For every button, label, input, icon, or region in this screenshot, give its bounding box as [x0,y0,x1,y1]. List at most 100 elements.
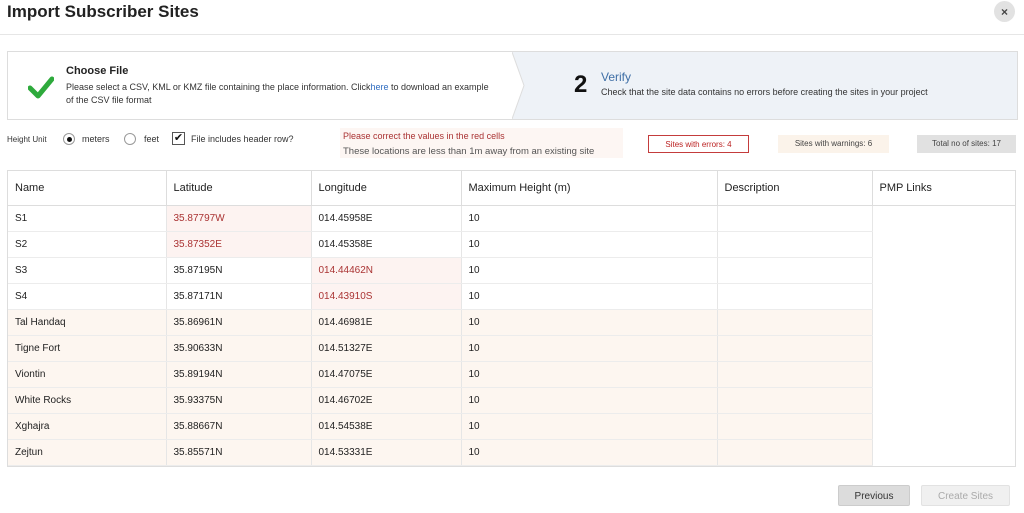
cell-latitude[interactable]: 35.87797W [166,205,312,232]
cell-pmp-links [872,257,1015,284]
step-arrow-icon [512,52,525,119]
cell-latitude[interactable]: 35.90633N [166,335,312,362]
cell-name[interactable]: White Rocks [8,387,167,414]
table-row[interactable]: S2 35.87352E 014.45358E 10 [8,231,1015,258]
col-header-name[interactable]: Name [8,171,167,206]
table-row[interactable]: Viontin 35.89194N 014.47075E 10 [8,361,1015,388]
cell-name[interactable]: S3 [8,257,167,284]
cell-max-height[interactable]: 10 [461,335,718,362]
table-header-row: Name Latitude Longitude Maximum Height (… [8,171,1015,206]
sites-table: Name Latitude Longitude Maximum Height (… [7,170,1016,467]
cell-name[interactable]: Viontin [8,361,167,388]
create-sites-button[interactable]: Create Sites [921,485,1010,506]
cell-pmp-links [872,361,1015,388]
cell-latitude[interactable]: 35.86961N [166,309,312,336]
cell-longitude[interactable]: 014.46981E [311,309,462,336]
step-choose-title: Choose File [66,65,129,77]
cell-latitude[interactable]: 35.87352E [166,231,312,258]
cell-description[interactable] [717,231,873,258]
cell-name[interactable]: S4 [8,283,167,310]
cell-longitude[interactable]: 014.46702E [311,387,462,414]
previous-button[interactable]: Previous [838,485,910,506]
feet-radio[interactable] [124,133,136,145]
cell-pmp-links [872,309,1015,336]
cell-max-height[interactable]: 10 [461,439,718,466]
col-header-longitude[interactable]: Longitude [311,171,462,206]
close-button[interactable]: × [994,1,1015,22]
col-header-latitude[interactable]: Latitude [166,171,312,206]
cell-longitude[interactable]: 014.45958E [311,205,462,232]
cell-name[interactable]: Tal Handaq [8,309,167,336]
step-choose-file[interactable]: Choose File Please select a CSV, KML or … [8,52,512,119]
table-row[interactable]: S3 35.87195N 014.44462N 10 [8,257,1015,284]
cell-latitude[interactable]: 35.87171N [166,283,312,310]
cell-name[interactable]: Zejtun [8,439,167,466]
table-row[interactable]: S4 35.87171N 014.43910S 10 [8,283,1015,310]
cell-max-height[interactable]: 10 [461,309,718,336]
cell-name[interactable]: Tigne Fort [8,335,167,362]
cell-latitude[interactable]: 35.88667N [166,413,312,440]
cell-latitude[interactable]: 35.93375N [166,387,312,414]
cell-latitude[interactable]: 35.87195N [166,257,312,284]
cell-longitude[interactable]: 014.54538E [311,413,462,440]
cell-latitude[interactable]: 35.85571N [166,439,312,466]
validation-notice: Please correct the values in the red cel… [340,128,623,158]
cell-pmp-links [872,335,1015,362]
cell-longitude[interactable]: 014.51327E [311,335,462,362]
cell-name[interactable]: S2 [8,231,167,258]
table-row[interactable]: S1 35.87797W 014.45958E 10 [8,205,1015,232]
col-header-max-height[interactable]: Maximum Height (m) [461,171,718,206]
step-choose-desc-text: Please select a CSV, KML or KMZ file con… [66,82,371,92]
total-sites-badge: Total no of sites: 17 [917,135,1016,153]
table-row[interactable]: Xghajra 35.88667N 014.54538E 10 [8,413,1015,440]
cell-max-height[interactable]: 10 [461,387,718,414]
cell-description[interactable] [717,205,873,232]
cell-description[interactable] [717,335,873,362]
cell-description[interactable] [717,387,873,414]
table-row[interactable]: Zejtun 35.85571N 014.53331E 10 [8,439,1015,466]
cell-max-height[interactable]: 10 [461,283,718,310]
col-header-pmp-links[interactable]: PMP Links [872,171,1015,206]
table-row[interactable]: Tal Handaq 35.86961N 014.46981E 10 [8,309,1015,336]
table-row[interactable]: White Rocks 35.93375N 014.46702E 10 [8,387,1015,414]
header-row-label: File includes header row? [191,134,294,144]
step-verify-description: Check that the site data contains no err… [601,87,928,97]
height-unit-label: Height Unit [7,135,47,144]
download-example-link[interactable]: here [370,82,388,92]
cell-max-height[interactable]: 10 [461,205,718,232]
cell-latitude[interactable]: 35.89194N [166,361,312,388]
header-row-checkbox[interactable]: ✔ [172,132,185,145]
errors-badge: Sites with errors: 4 [648,135,749,153]
cell-max-height[interactable]: 10 [461,257,718,284]
checkbox-check-icon: ✔ [173,132,184,144]
cell-pmp-links [872,283,1015,310]
cell-pmp-links [872,413,1015,440]
meters-label: meters [82,134,110,144]
table-row[interactable]: Tigne Fort 35.90633N 014.51327E 10 [8,335,1015,362]
checkmark-icon [28,76,54,99]
cell-longitude[interactable]: 014.43910S [311,283,462,310]
cell-description[interactable] [717,413,873,440]
cell-longitude[interactable]: 014.53331E [311,439,462,466]
cell-longitude[interactable]: 014.47075E [311,361,462,388]
cell-description[interactable] [717,361,873,388]
cell-longitude[interactable]: 014.45358E [311,231,462,258]
cell-name[interactable]: S1 [8,205,167,232]
warnings-badge: Sites with warnings: 6 [778,135,889,153]
warning-notice-text: These locations are less than 1m away fr… [343,146,595,157]
cell-description[interactable] [717,283,873,310]
cell-description[interactable] [717,257,873,284]
title-divider [0,34,1024,35]
meters-radio[interactable] [63,133,75,145]
cell-name[interactable]: Xghajra [8,413,167,440]
cell-description[interactable] [717,439,873,466]
cell-max-height[interactable]: 10 [461,361,718,388]
cell-max-height[interactable]: 10 [461,413,718,440]
close-icon: × [1000,4,1008,19]
cell-description[interactable] [717,309,873,336]
dialog-title: Import Subscriber Sites [7,2,199,21]
cell-longitude[interactable]: 014.44462N [311,257,462,284]
cell-max-height[interactable]: 10 [461,231,718,258]
col-header-description[interactable]: Description [717,171,873,206]
cell-pmp-links [872,231,1015,258]
